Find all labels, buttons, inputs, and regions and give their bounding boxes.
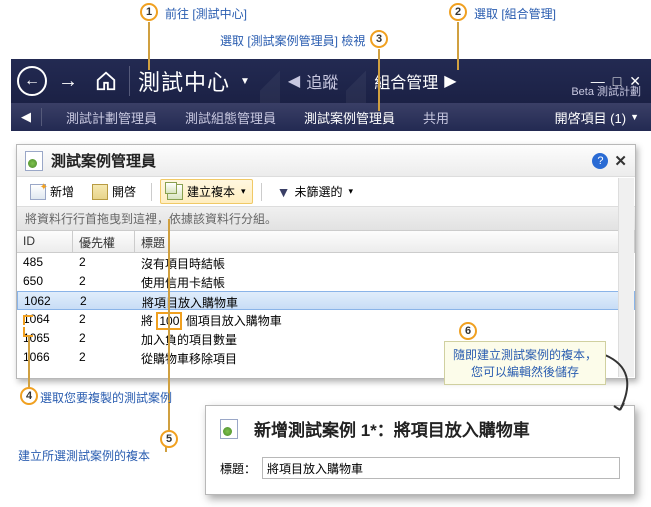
callout-badge-6: 6 [459,322,477,340]
subnav-plan-manager[interactable]: 測試計劃管理員 [52,108,171,127]
subnav-config-manager[interactable]: 測試組態管理員 [171,108,290,127]
chevron-down-icon: ▾ [348,186,353,197]
panel-title: 測試案例管理員 [51,150,156,171]
help-icon[interactable]: ? [592,153,608,169]
col-id[interactable]: ID [17,231,73,252]
hub-title[interactable]: 測試中心 [138,65,230,97]
cell-id: 1062 [18,292,74,309]
table-row[interactable]: 4852沒有項目時結帳 [17,253,635,272]
subnav-case-manager[interactable]: 測試案例管理員 [290,108,409,127]
sub-nav: ◀ 測試計劃管理員 測試組態管理員 測試案例管理員 共用 開啓項目 (1)▼ [11,103,651,131]
cell-id: 485 [17,253,73,272]
cell-priority: 2 [73,253,135,272]
dialog-title: 新增測試案例 1*：將項目放入購物車 [254,416,530,441]
panel-close-icon[interactable]: ✕ [614,152,627,170]
table-row[interactable]: 10622將項目放入購物車 [17,291,635,310]
test-case-icon [25,151,43,171]
group-by-hint[interactable]: 將資料行行首拖曳到這裡，依據該資料行分組。 [17,207,635,231]
callout-badge-1: 1 [140,3,158,21]
open-items[interactable]: 開啓項目 (1)▼ [555,108,639,127]
callout-label-2: 選取 [組合管理] [474,5,556,22]
tab-track[interactable]: ◀追蹤 [270,59,356,103]
plan-name[interactable]: Beta 測試計劃 [571,83,641,99]
cell-title: 沒有項目時結帳 [135,253,635,272]
callout-line [148,22,150,70]
cell-title: 將 100 個項目放入購物車 [135,310,635,329]
callout-line [28,336,30,388]
toolbar: 新增 開啓 建立複本▾ ▼未篩選的▾ [17,177,635,207]
callout-line [457,22,459,70]
filter-button[interactable]: ▼未篩選的▾ [270,179,360,204]
callout-badge-2: 2 [449,3,467,21]
new-test-case-dialog: 新增測試案例 1*：將項目放入購物車 標題： [205,405,635,495]
callout-label-3: 選取 [測試案例管理員] 檢視 [220,32,365,49]
panel-header: 測試案例管理員 ? ✕ [17,145,635,177]
filter-icon: ▼ [277,184,291,200]
new-button[interactable]: 新增 [23,179,81,204]
dialog-title-row: 新增測試案例 1*：將項目放入購物車 [220,416,620,441]
callout-label-1: 前往 [測試中心] [165,5,247,22]
open-icon [92,184,108,200]
forward-button[interactable]: → [53,66,83,96]
callout-badge-4: 4 [20,387,38,405]
cell-priority: 2 [73,329,135,348]
grid-header: ID 優先權 標題 [17,231,635,253]
table-row[interactable]: 6502使用信用卡結帳 [17,272,635,291]
cell-id: 1066 [17,348,73,367]
create-copy-button[interactable]: 建立複本▾ [160,179,253,204]
subnav-prev-icon[interactable]: ◀ [21,109,31,125]
back-button[interactable]: ← [17,66,47,96]
chevron-down-icon: ▾ [241,186,246,197]
subnav-share[interactable]: 共用 [409,108,463,127]
cell-priority: 2 [73,348,135,367]
copy-icon [167,184,183,200]
callout-label-4: 選取您要複製的測試案例 [40,389,172,406]
new-icon [30,184,46,200]
cell-id: 650 [17,272,73,291]
callout-label-6: 隨即建立測試案例的複本，您可以編輯然後儲存 [444,341,606,385]
home-icon [95,70,117,92]
table-row[interactable]: 10642將 100 個項目放入購物車 [17,310,635,329]
hub-dropdown-icon[interactable]: ▼ [240,76,250,87]
callout-line [378,49,380,111]
col-title[interactable]: 標題 [135,231,635,252]
open-button[interactable]: 開啓 [85,179,143,204]
col-priority[interactable]: 優先權 [73,231,135,252]
highlight-corner [23,315,33,325]
scrollbar[interactable] [618,178,634,377]
cell-title: 將項目放入購物車 [136,292,634,309]
cell-title: 使用信用卡結帳 [135,272,635,291]
hub-tabs: ◀追蹤 組合管理▶ [270,59,475,103]
title-field-label: 標題： [220,460,256,477]
cell-priority: 2 [74,292,136,309]
title-input[interactable] [262,457,620,479]
divider [129,66,130,96]
callout-label-5: 建立所選測試案例的複本 [18,447,150,464]
callout-badge-5: 5 [160,430,178,448]
home-button[interactable] [91,66,121,96]
cell-priority: 2 [73,272,135,291]
test-case-icon [220,419,238,439]
app-bar: ← → 測試中心 ▼ ◀追蹤 組合管理▶ ― □ ✕ Beta 測試計劃 [11,59,651,103]
cell-priority: 2 [73,310,135,329]
callout-badge-3: 3 [370,30,388,48]
